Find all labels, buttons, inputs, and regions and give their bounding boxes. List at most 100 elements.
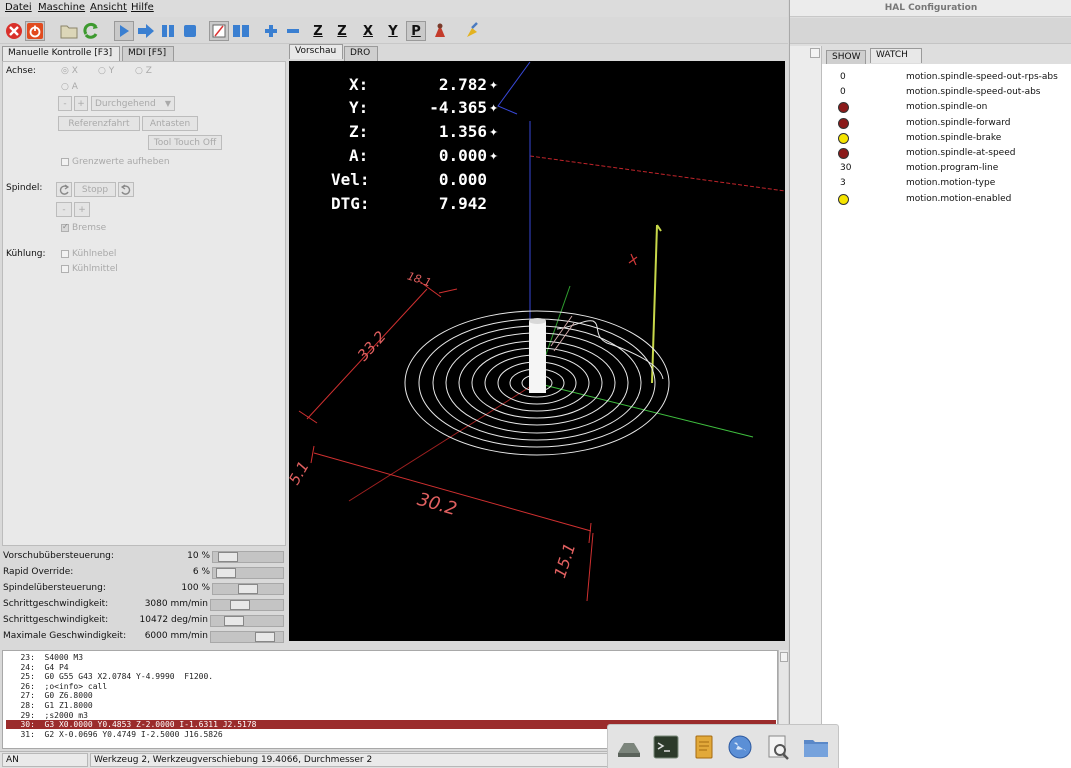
- spindle-faster-button[interactable]: +: [74, 202, 90, 217]
- power-icon[interactable]: [25, 21, 45, 41]
- menu-maschine[interactable]: Maschine: [38, 2, 85, 13]
- spindle-slower-button[interactable]: -: [56, 202, 72, 217]
- jog-mode-select[interactable]: Durchgehend ▼: [91, 96, 175, 111]
- spindle-label: Spindel:: [6, 183, 43, 193]
- watch-signal-name: motion.spindle-forward: [906, 117, 1011, 128]
- cooling-label: Kühlung:: [6, 249, 46, 259]
- gcode-line[interactable]: 25: G0 G55 G43 X2.0784 Y-4.9990 F1200.: [6, 672, 776, 681]
- view-y-icon[interactable]: Y: [383, 21, 403, 41]
- rotate-icon[interactable]: [430, 21, 450, 41]
- home-button[interactable]: Referenzfahrt: [58, 116, 140, 131]
- axis-radio-y[interactable]: ○ Y: [98, 66, 114, 76]
- slider-handle[interactable]: [255, 632, 275, 642]
- axis-radio-x[interactable]: ◎ X: [61, 66, 78, 76]
- spindle-stop-button[interactable]: Stopp: [74, 182, 116, 197]
- globe-icon[interactable]: [726, 733, 754, 761]
- override-slider[interactable]: [210, 631, 284, 643]
- mist-checkbox[interactable]: [61, 250, 69, 258]
- override-slider[interactable]: [210, 599, 284, 611]
- optional-stop-icon[interactable]: [231, 21, 251, 41]
- scroll-up-icon[interactable]: [780, 652, 788, 662]
- override-limits-label: Grenzwerte aufheben: [72, 157, 170, 167]
- watch-signal-name: motion.spindle-on: [906, 102, 988, 113]
- view-z2-icon[interactable]: Z: [332, 21, 352, 41]
- tool-tip: [529, 318, 546, 324]
- hal-tree-pane[interactable]: [790, 46, 822, 768]
- tool-touch-off-button[interactable]: Tool Touch Off: [148, 135, 222, 150]
- gcode-line[interactable]: 24: G4 P4: [6, 663, 776, 672]
- spindle-ccw-icon[interactable]: [56, 182, 72, 197]
- document-viewer-icon[interactable]: [764, 733, 792, 761]
- flood-checkbox[interactable]: [61, 265, 69, 273]
- axis-radio-a[interactable]: ○ A: [61, 82, 78, 92]
- stop-icon[interactable]: [180, 21, 200, 41]
- override-slider[interactable]: [212, 551, 284, 563]
- override-limits-checkbox[interactable]: [61, 158, 69, 166]
- run-icon[interactable]: [114, 21, 134, 41]
- tab-manual-control[interactable]: Manuelle Kontrolle [F3]: [2, 46, 120, 61]
- machine-state: AN: [2, 753, 88, 767]
- gcode-line[interactable]: 26: ;o<info> call: [6, 682, 776, 691]
- open-file-icon[interactable]: [59, 21, 79, 41]
- slider-handle[interactable]: [216, 568, 236, 578]
- override-label: Vorschubübersteuerung:: [3, 551, 114, 561]
- override-value: 3080 mm/min: [144, 599, 208, 609]
- computer-icon[interactable]: [614, 733, 642, 761]
- view-z-icon[interactable]: Z: [308, 21, 328, 41]
- tab-mdi[interactable]: MDI [F5]: [122, 46, 174, 61]
- override-row: Schrittgeschwindigkeit: 10472 deg/min: [0, 613, 287, 629]
- menu-hilfe[interactable]: Hilfe: [131, 2, 154, 13]
- slider-handle[interactable]: [224, 616, 244, 626]
- jog-minus-button[interactable]: -: [58, 96, 72, 111]
- override-slider[interactable]: [212, 583, 284, 595]
- axis-radio-z[interactable]: ○ Z: [135, 66, 152, 76]
- gcode-line[interactable]: 27: G0 Z6.8000: [6, 691, 776, 700]
- zoom-out-icon[interactable]: [283, 21, 303, 41]
- jog-plus-button[interactable]: +: [74, 96, 88, 111]
- homed-a-icon: ✦: [489, 150, 499, 163]
- y-axis-marker: [628, 253, 638, 266]
- spindle-cw-icon[interactable]: [118, 182, 134, 197]
- tab-watch[interactable]: WATCH: [870, 48, 922, 63]
- tab-show[interactable]: SHOW: [826, 50, 866, 65]
- estop-icon[interactable]: [4, 21, 24, 41]
- tree-scroll-up-icon[interactable]: [810, 48, 820, 58]
- taskbar-dock: [607, 724, 839, 768]
- override-slider[interactable]: [212, 567, 284, 579]
- dro-vel-value: 0.000: [438, 170, 487, 189]
- watch-row: motion.motion-enabled: [822, 192, 1071, 207]
- dro-y-value: -4.365: [429, 98, 487, 117]
- notes-icon[interactable]: [690, 733, 718, 761]
- zoom-in-icon[interactable]: [261, 21, 281, 41]
- folder-icon[interactable]: [802, 733, 830, 761]
- terminal-icon[interactable]: [652, 733, 680, 761]
- tab-preview[interactable]: Vorschau: [289, 44, 343, 59]
- brake-checkbox[interactable]: ✓: [61, 222, 69, 232]
- view-x-icon[interactable]: X: [358, 21, 378, 41]
- gcode-line[interactable]: 23: S4000 M3: [6, 653, 776, 662]
- watch-row: 3 motion.motion-type: [822, 176, 1071, 191]
- watch-value: 0: [840, 87, 846, 98]
- touch-off-button[interactable]: Antasten: [142, 116, 198, 131]
- reload-icon[interactable]: [81, 21, 101, 41]
- override-value: 10 %: [187, 551, 210, 561]
- menu-datei[interactable]: Datei: [5, 2, 32, 13]
- block-delete-icon[interactable]: [209, 21, 229, 41]
- axis-label: Achse:: [6, 66, 36, 76]
- clear-icon[interactable]: [462, 21, 482, 41]
- watch-row: 30 motion.program-line: [822, 161, 1071, 176]
- slider-handle[interactable]: [218, 552, 238, 562]
- gcode-line[interactable]: 29: ;s2000 m3: [6, 711, 776, 720]
- override-slider[interactable]: [210, 615, 284, 627]
- toolpath-preview[interactable]: X: Y: Z: A: Vel: DTG: 2.782 -4.365 1.356…: [285, 61, 785, 641]
- view-p-icon[interactable]: P: [406, 21, 426, 41]
- step-icon[interactable]: [136, 21, 156, 41]
- tab-dro[interactable]: DRO: [344, 46, 378, 61]
- dro-vel-label: Vel:: [331, 170, 370, 189]
- gcode-line[interactable]: 28: G1 Z1.8000: [6, 701, 776, 710]
- slider-handle[interactable]: [230, 600, 250, 610]
- menu-ansicht[interactable]: Ansicht: [90, 2, 127, 13]
- watch-row: motion.spindle-at-speed: [822, 146, 1071, 161]
- slider-handle[interactable]: [238, 584, 258, 594]
- pause-icon[interactable]: [158, 21, 178, 41]
